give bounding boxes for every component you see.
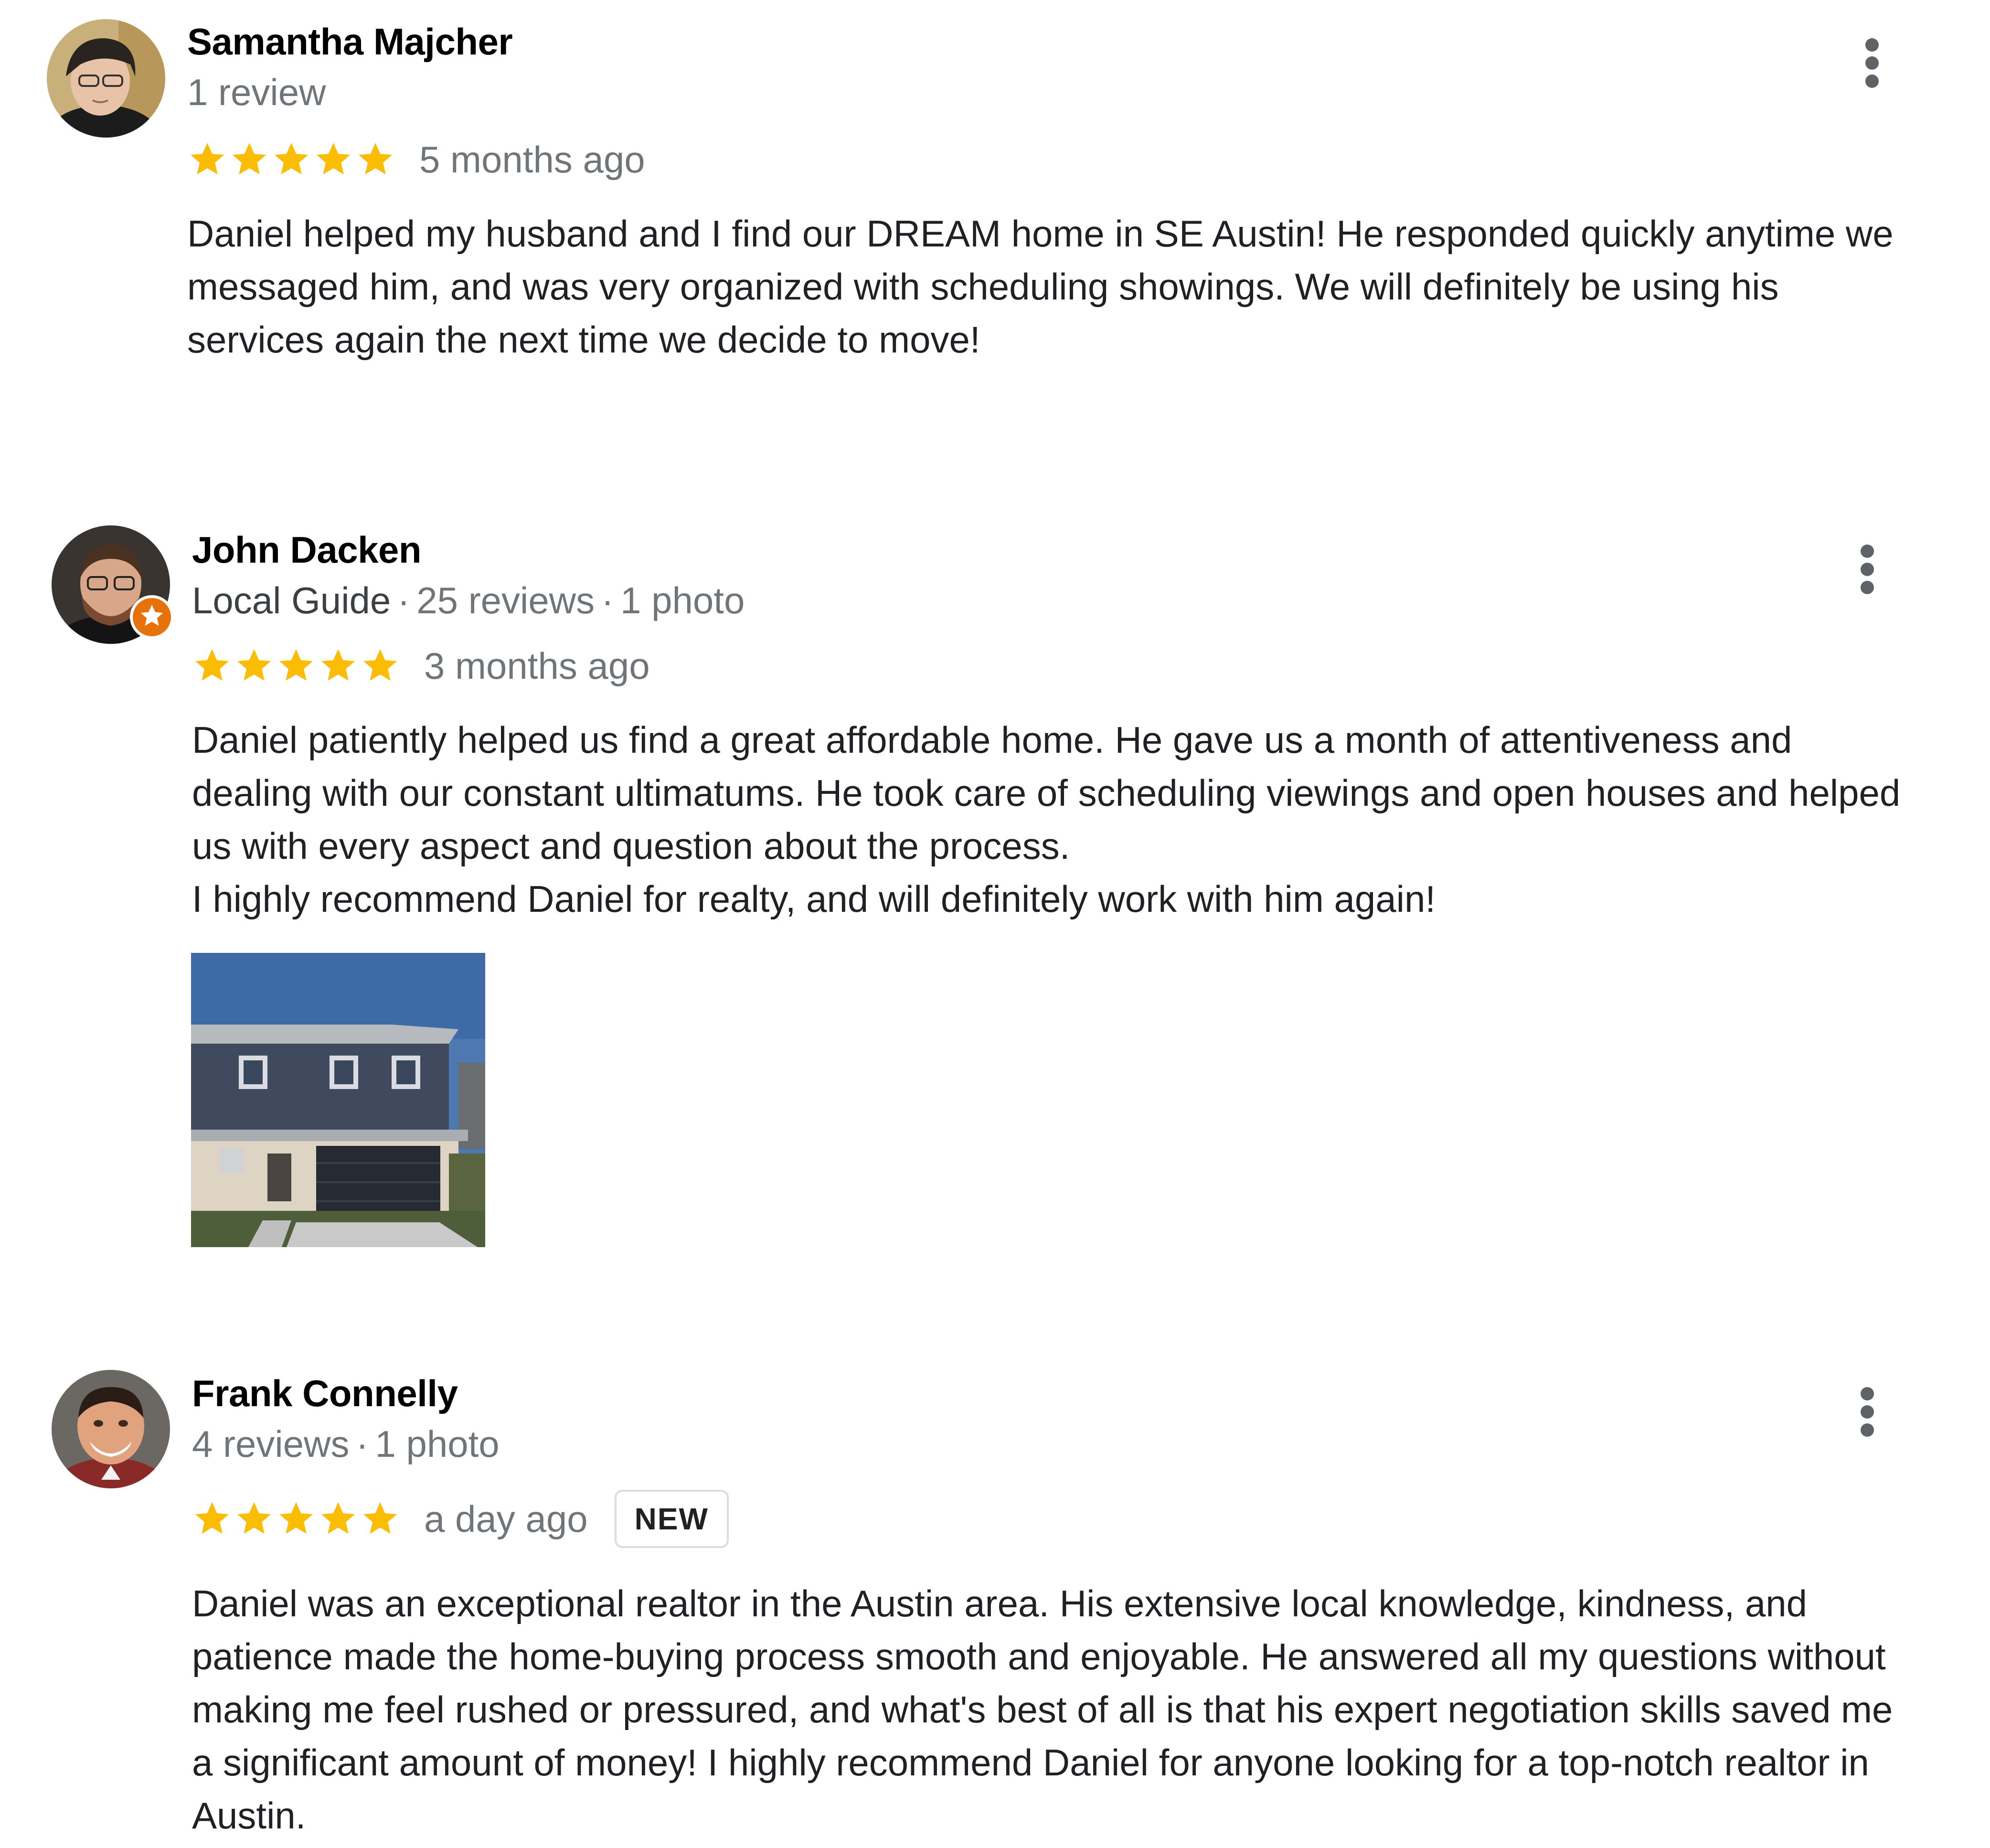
review-date: a day ago — [424, 1497, 588, 1540]
review-text: Daniel was an exceptional realtor in the… — [192, 1582, 1893, 1837]
star-icon — [195, 649, 229, 681]
new-badge: NEW — [614, 1490, 729, 1548]
reviewer-name[interactable]: John Dacken — [192, 528, 421, 572]
avatar[interactable] — [47, 19, 165, 138]
review-count: 1 review — [187, 71, 326, 113]
star-icon — [237, 1502, 271, 1534]
star-icon — [359, 143, 392, 175]
star-icon — [191, 143, 224, 175]
rating-row: 5 months ago — [187, 136, 645, 183]
local-guide-badge-icon — [130, 595, 174, 639]
reviewer-meta: 4 reviews · 1 photo — [192, 1422, 500, 1466]
rating-row: a day ago NEW — [192, 1485, 729, 1552]
more-options-button[interactable] — [1839, 1374, 1896, 1450]
reviewer-name[interactable]: Samantha Majcher — [187, 20, 513, 64]
meta-separator: · — [397, 579, 410, 621]
star-icon — [321, 649, 355, 681]
photo-count: 1 photo — [620, 579, 745, 621]
star-icon — [237, 649, 271, 681]
star-icon — [321, 1502, 355, 1534]
more-vert-icon — [1861, 545, 1874, 594]
review-count: 25 reviews — [416, 579, 595, 621]
review-text: Daniel patiently helped us find a great … — [192, 719, 1901, 920]
review-count: 4 reviews — [192, 1423, 350, 1465]
star-icon — [363, 649, 397, 681]
star-icon — [279, 649, 313, 681]
more-options-button[interactable] — [1839, 531, 1896, 608]
star-rating — [192, 1499, 400, 1539]
reviewer-name[interactable]: Frank Connelly — [192, 1372, 458, 1415]
local-guide-label: Local Guide — [192, 579, 391, 621]
reviewer-meta: 1 review — [187, 71, 326, 114]
star-icon — [279, 1502, 313, 1534]
review-text: Daniel helped my husband and I find our … — [187, 213, 1894, 361]
star-icon — [195, 1502, 229, 1534]
star-icon — [275, 143, 308, 175]
avatar[interactable] — [52, 1370, 170, 1488]
more-vert-icon — [1865, 38, 1879, 88]
more-vert-icon — [1861, 1387, 1874, 1437]
more-options-button[interactable] — [1843, 25, 1901, 101]
star-rating — [192, 646, 400, 686]
star-rating — [187, 139, 395, 180]
review-date: 5 months ago — [419, 138, 645, 181]
meta-separator: · — [601, 579, 614, 621]
avatar[interactable] — [52, 525, 174, 644]
rating-row: 3 months ago — [192, 642, 650, 690]
photo-count: 1 photo — [375, 1423, 500, 1465]
star-icon — [363, 1502, 397, 1534]
review-date: 3 months ago — [424, 644, 650, 687]
star-icon — [317, 143, 350, 175]
reviewer-meta: Local Guide · 25 reviews · 1 photo — [192, 579, 745, 622]
review-photo[interactable] — [191, 953, 485, 1247]
star-icon — [233, 143, 266, 175]
meta-separator: · — [356, 1423, 369, 1465]
